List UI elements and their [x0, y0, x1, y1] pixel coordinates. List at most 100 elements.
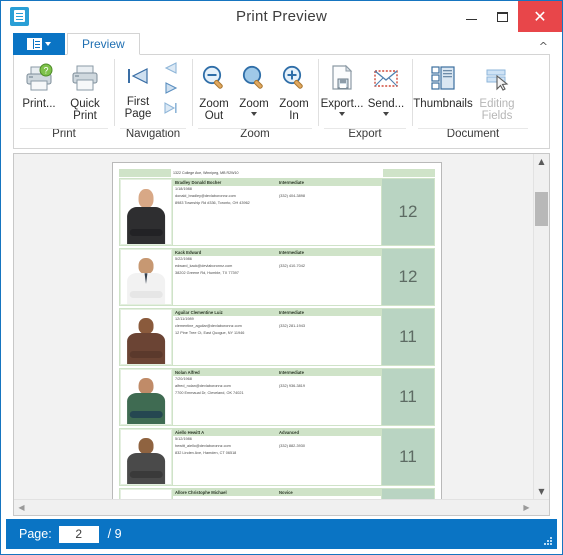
person-birthdate: 12/11/1989: [175, 317, 194, 321]
quick-print-button[interactable]: Quick Print: [62, 59, 108, 122]
envelope-icon: [371, 61, 401, 95]
zoom-button[interactable]: Zoom: [234, 59, 274, 116]
table-row: Kack Edward Intermediate 5/22/1986 edward…: [119, 248, 435, 306]
scrollbar-corner: [534, 500, 549, 515]
person-phone: (332) 404-3898: [279, 194, 305, 198]
quick-print-line1: Quick: [70, 98, 100, 110]
editing-fields-line2: Fields: [481, 110, 513, 122]
print-button-label: Print...: [22, 98, 56, 110]
tab-preview[interactable]: Preview: [67, 33, 140, 55]
print-button[interactable]: ? Print...: [16, 59, 62, 110]
page-total-label: / 9: [107, 527, 122, 541]
person-level: Intermediate: [279, 250, 304, 255]
print-preview-window: Print Preview ✕ Preview ^ ? Print... Qui…: [0, 0, 563, 555]
ribbon-group-navigation-label: Navigation: [116, 128, 190, 148]
table-row: Aiello Hewitt A Advanced 5/12/1986 hewitt…: [119, 428, 435, 486]
table-row: Bradley Donald Bocher Intermediate 1/18/1…: [119, 178, 435, 246]
person-birthdate: 5/22/1986: [175, 257, 192, 261]
thumbnails-button-label: Thumbnails: [413, 98, 473, 110]
page-number-input[interactable]: 2: [58, 525, 99, 543]
chevron-down-icon[interactable]: [251, 112, 257, 116]
ribbon-group-zoom: Zoom Out Zoom Zoom In Zoom: [192, 55, 318, 148]
record-details: Nolan Alfred Intermediate 7/20/1968 alfre…: [173, 369, 381, 425]
record-count: 11: [382, 369, 434, 425]
record-details: Aguilar Clementine Luiz Intermediate 12/1…: [173, 309, 381, 365]
document-page: 1322 College Ave, Winnipeg, MB R2W10 Bra…: [112, 162, 442, 499]
table-row: Aguilar Clementine Luiz Intermediate 12/1…: [119, 308, 435, 366]
preview-pane: 1322 College Ave, Winnipeg, MB R2W10 Bra…: [13, 153, 550, 516]
person-phone: (332) 882-3930: [279, 444, 305, 448]
zoom-in-line2: In: [289, 110, 299, 122]
scroll-left-button[interactable]: ◀: [14, 500, 29, 515]
record-count: 12: [382, 249, 434, 305]
zoom-out-button-label: Zoom Out: [199, 98, 228, 122]
last-page-button[interactable]: [161, 99, 181, 117]
person-photo-icon: [124, 180, 168, 244]
person-email: edward_kack@devlaboronnz.com: [175, 264, 233, 268]
scroll-down-button[interactable]: ▼: [534, 484, 549, 499]
close-button[interactable]: ✕: [518, 1, 562, 32]
first-page-icon: [125, 59, 151, 93]
person-name: Kack Edward: [175, 250, 202, 255]
editing-fields-icon: [482, 61, 512, 95]
chevron-down-icon: [45, 42, 51, 46]
record-count: [382, 489, 434, 499]
printer-icon: [69, 61, 101, 95]
zoom-out-button[interactable]: Zoom Out: [194, 59, 234, 122]
export-button[interactable]: Export...: [320, 59, 364, 116]
next-page-button[interactable]: [161, 79, 181, 97]
person-name: Allore Christophe Michael: [175, 490, 227, 495]
first-page-button[interactable]: First Page: [116, 57, 160, 120]
previous-page-button[interactable]: [161, 59, 181, 77]
thumbnails-icon: [428, 61, 458, 95]
navigation-small-buttons: [161, 57, 181, 117]
zoom-out-icon: [199, 61, 229, 95]
ribbon-tab-strip: Preview ^: [1, 32, 562, 55]
send-button[interactable]: Send...: [364, 59, 408, 116]
vertical-scrollbar[interactable]: ▲ ▼: [533, 154, 549, 499]
person-phone: (332) 936-3819: [279, 384, 305, 388]
chevron-down-icon[interactable]: [383, 112, 389, 116]
print-preview-icon: [10, 6, 30, 27]
zoom-in-button[interactable]: Zoom In: [274, 59, 314, 122]
person-photo-icon: [124, 430, 168, 484]
file-menu-button[interactable]: [13, 33, 65, 55]
chevron-down-icon[interactable]: [339, 112, 345, 116]
ribbon-group-print: ? Print... Quick Print Print: [14, 55, 114, 148]
quick-print-button-label: Quick Print: [70, 98, 99, 122]
quick-print-line2: Print: [73, 110, 97, 122]
preview-canvas[interactable]: 1322 College Ave, Winnipeg, MB R2W10 Bra…: [14, 154, 533, 499]
file-menu-icon: [27, 38, 42, 50]
first-page-button-label: First Page: [125, 96, 152, 120]
avatar: [120, 249, 172, 305]
scroll-up-button[interactable]: ▲: [534, 154, 549, 169]
horizontal-scrollbar[interactable]: ◀ ▶: [14, 499, 549, 515]
record-count: 12: [382, 179, 434, 245]
zoom-out-line2: Out: [204, 110, 224, 122]
scroll-right-button[interactable]: ▶: [519, 500, 534, 515]
vertical-scrollbar-thumb[interactable]: [535, 192, 548, 226]
ribbon: ? Print... Quick Print Print First Page …: [13, 55, 550, 149]
collapse-ribbon-button[interactable]: ^: [539, 40, 548, 53]
person-email: alfred_nolan@devlaboronnz.com: [175, 384, 231, 388]
table-row: Allore Christophe Michael Novice: [119, 488, 435, 499]
page-label: Page:: [19, 527, 52, 541]
record-details: Bradley Donald Bocher Intermediate 1/18/1…: [173, 179, 381, 245]
thumbnails-button[interactable]: Thumbnails: [413, 59, 473, 110]
person-name: Bradley Donald Bocher: [175, 180, 222, 185]
zoom-in-line1: Zoom: [279, 98, 309, 110]
avatar: [120, 369, 172, 425]
resize-grip[interactable]: [542, 535, 552, 545]
record-details: Allore Christophe Michael Novice: [173, 489, 381, 499]
export-document-icon: [327, 61, 357, 95]
ribbon-group-export: Export... Send... Export: [318, 55, 412, 148]
person-birthdate: 7/20/1968: [175, 377, 192, 381]
editing-fields-button[interactable]: Editing Fields: [472, 59, 522, 122]
minimize-button[interactable]: [456, 1, 487, 32]
preview-scroll-region: 1322 College Ave, Winnipeg, MB R2W10 Bra…: [14, 154, 549, 499]
record-count: 11: [382, 429, 434, 485]
maximize-button[interactable]: [487, 1, 518, 32]
zoom-in-button-label: Zoom In: [279, 98, 308, 122]
record-details: Kack Edward Intermediate 5/22/1986 edward…: [173, 249, 381, 305]
person-email: hewitt_aiello@devlaboronnz.com: [175, 444, 231, 448]
